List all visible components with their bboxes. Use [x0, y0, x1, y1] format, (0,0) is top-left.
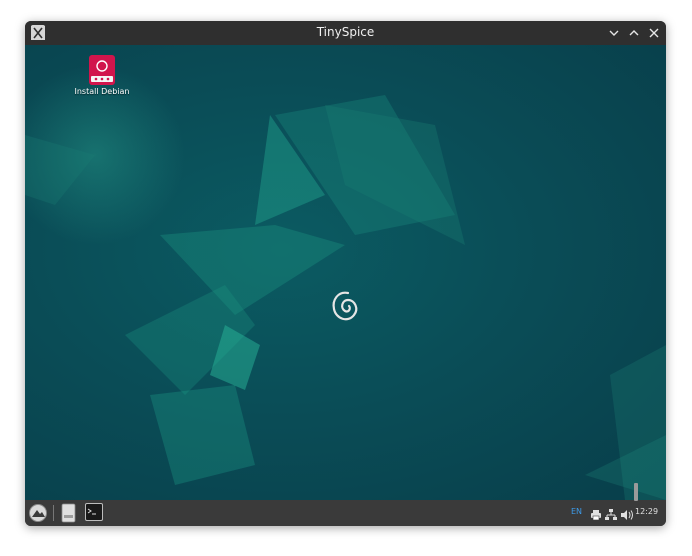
terminal-icon[interactable] — [85, 503, 103, 523]
minimize-icon[interactable] — [605, 24, 623, 42]
wallpaper-art — [25, 45, 666, 500]
maximize-icon[interactable] — [625, 24, 643, 42]
start-menu-icon[interactable] — [28, 503, 48, 523]
clock[interactable]: 12:29 — [635, 507, 658, 516]
language-indicator[interactable]: EN — [571, 507, 582, 516]
title-bar[interactable]: TinySpice — [25, 21, 666, 45]
taskbar-separator — [53, 505, 54, 521]
desktop-area[interactable]: Install Debian — [25, 45, 666, 500]
taskbar-handle[interactable] — [634, 483, 638, 501]
volume-icon[interactable] — [620, 506, 634, 520]
install-debian-shortcut[interactable]: Install Debian — [71, 55, 133, 96]
window-title: TinySpice — [316, 25, 375, 39]
debian-swirl-logo — [332, 291, 358, 321]
debian-installer-icon — [89, 55, 115, 85]
network-icon[interactable] — [605, 506, 617, 520]
printer-icon[interactable] — [590, 506, 602, 521]
desktop-icon-label: Install Debian — [74, 87, 130, 96]
taskbar: EN 12:29 — [25, 500, 666, 526]
close-icon[interactable] — [645, 24, 663, 42]
tinyspice-window: TinySpice Install Debian EN 12:29 — [25, 21, 666, 526]
file-manager-icon[interactable] — [61, 503, 77, 523]
